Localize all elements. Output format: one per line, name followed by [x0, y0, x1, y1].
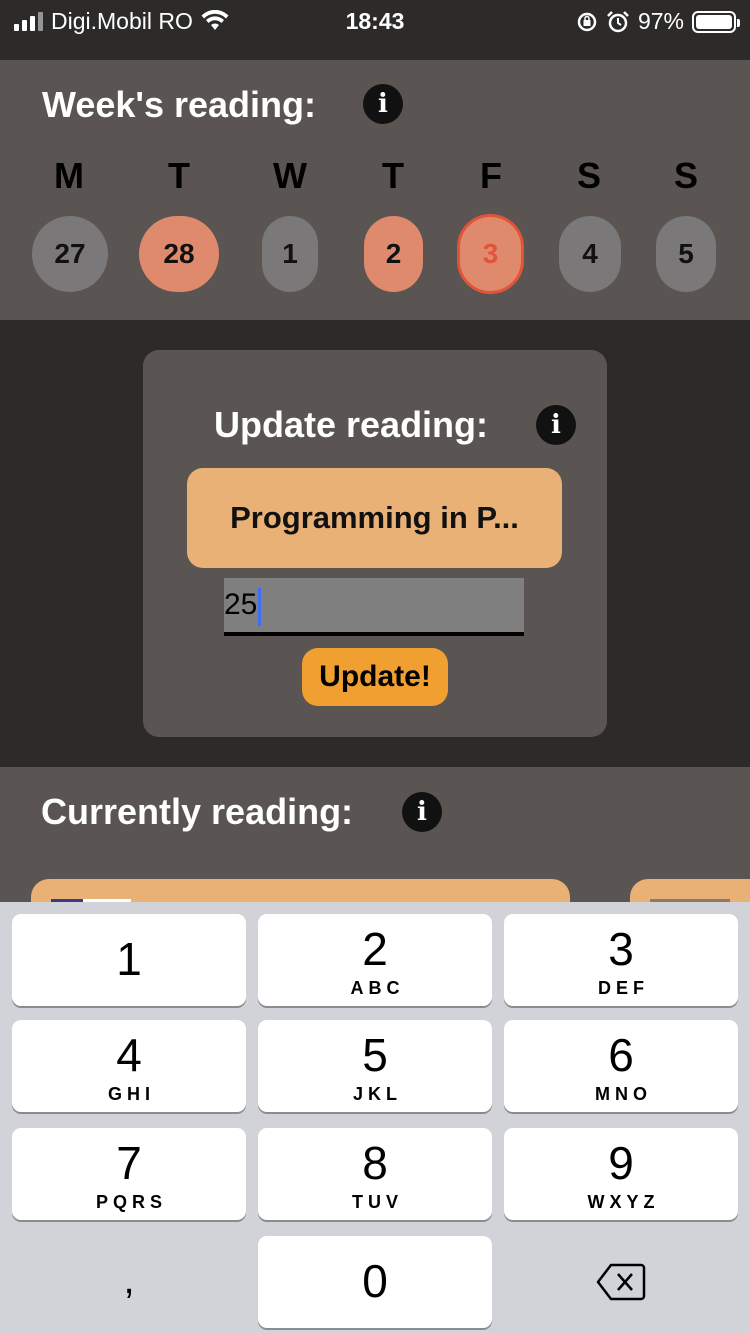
update-reading-title: Update reading: [214, 404, 489, 445]
key-digit: 9 [608, 1137, 634, 1189]
key-digit: 6 [608, 1029, 634, 1081]
key-6[interactable]: 6 MNO [504, 1020, 738, 1112]
key-0[interactable]: 0 [258, 1236, 492, 1328]
text-caret [258, 588, 262, 626]
key-letters: WXYZ [587, 1192, 660, 1212]
day-pill-mon[interactable]: 27 [32, 216, 108, 292]
key-letters: GHI [107, 1084, 155, 1104]
info-icon[interactable]: i [363, 84, 403, 124]
key-7[interactable]: 7 PQRS [12, 1128, 246, 1220]
week-reading-title: Week's reading: [42, 84, 316, 125]
key-letters: TUV [352, 1192, 403, 1212]
key-digit: 7 [116, 1137, 142, 1189]
key-digit: 5 [362, 1029, 388, 1081]
key-letters: MNO [595, 1084, 652, 1104]
key-letters: JKL [352, 1084, 402, 1104]
update-button[interactable]: Update! [302, 648, 448, 706]
key-digit: 3 [608, 923, 634, 975]
day-letter-sat: S [576, 155, 601, 196]
key-2[interactable]: 2 ABC [258, 914, 492, 1006]
pages-value: 25 [224, 588, 258, 621]
key-digit: 2 [362, 923, 388, 975]
key-4[interactable]: 4 GHI [12, 1020, 246, 1112]
pages-input[interactable]: 25 [224, 578, 524, 636]
key-digit: 0 [362, 1255, 388, 1307]
day-pill-sun[interactable]: 5 [656, 216, 716, 292]
numeric-keypad: 1 2 ABC 3 DEF 4 GHI 5 JKL 6 MNO 7 PQRS 8 TUV 9 W… [0, 902, 750, 1334]
day-letter-thu: T [382, 155, 404, 196]
day-pill-wed[interactable]: 1 [262, 216, 318, 292]
info-icon[interactable]: i [536, 405, 576, 445]
status-bar: Digi.Mobil RO 18:43 97% [0, 0, 750, 60]
battery-icon [692, 10, 740, 33]
battery-percent: 97% [637, 8, 684, 34]
currently-reading-section: Currently reading: i [0, 767, 750, 907]
key-letters: DEF [598, 978, 649, 998]
book-selector[interactable]: Programming in P... [187, 468, 562, 568]
key-comma[interactable]: , [12, 1236, 246, 1328]
day-pill-thu[interactable]: 2 [364, 216, 423, 292]
key-3[interactable]: 3 DEF [504, 914, 738, 1006]
day-pill-sat[interactable]: 4 [559, 216, 621, 292]
key-digit: 4 [116, 1029, 142, 1081]
key-letters: ABC [350, 978, 405, 998]
key-8[interactable]: 8 TUV [258, 1128, 492, 1220]
key-digit: 1 [116, 933, 142, 985]
info-icon[interactable]: i [402, 792, 442, 832]
week-reading-section: Week's reading: i M T W T F S S 27 28 1 … [0, 60, 750, 320]
currently-reading-title: Currently reading: [41, 791, 354, 832]
key-digit: 8 [362, 1137, 388, 1189]
rotation-lock-icon [577, 12, 597, 31]
backspace-key[interactable] [504, 1236, 738, 1328]
key-5[interactable]: 5 JKL [258, 1020, 492, 1112]
day-pill-fri-today[interactable]: 3 [457, 214, 524, 294]
update-reading-card: Update reading: i Programming in P... 25… [143, 350, 607, 737]
day-letter-wed: W [273, 155, 307, 196]
key-digit: , [123, 1258, 135, 1302]
key-letters: PQRS [95, 1192, 167, 1212]
day-letter-mon: M [54, 155, 84, 196]
alarm-icon [607, 10, 629, 32]
day-letter-sun: S [673, 155, 698, 196]
backspace-icon [596, 1263, 646, 1301]
key-1[interactable]: 1 [12, 914, 246, 1006]
day-pill-tue[interactable]: 28 [139, 216, 219, 292]
day-letter-fri: F [480, 155, 502, 196]
key-9[interactable]: 9 WXYZ [504, 1128, 738, 1220]
day-letter-tue: T [168, 155, 190, 196]
